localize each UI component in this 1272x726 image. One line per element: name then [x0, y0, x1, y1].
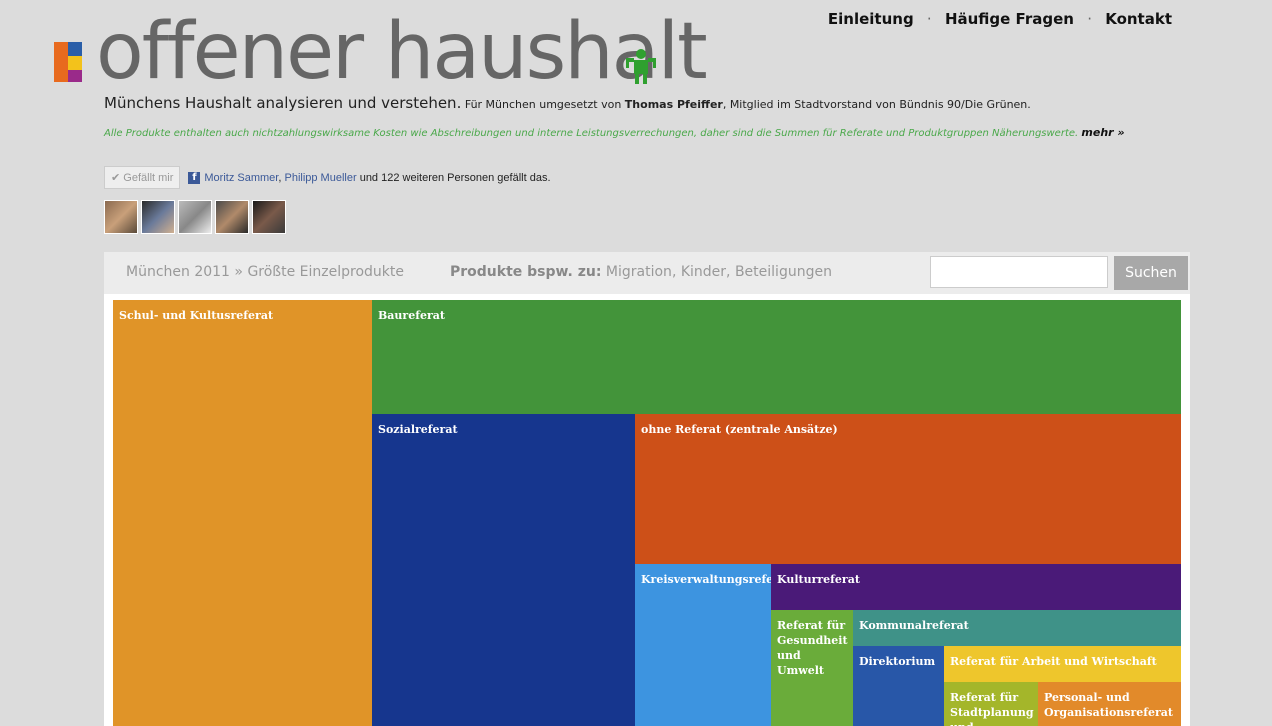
facebook-like-button[interactable]: ✔ Gefällt mir: [104, 166, 181, 189]
nav-faq-link[interactable]: Häufige Fragen: [945, 10, 1074, 28]
mascot-icon: [626, 49, 656, 84]
treemap-tile-sozialreferat[interactable]: Sozialreferat: [372, 414, 635, 726]
search-input[interactable]: [930, 256, 1108, 288]
nav-separator: ·: [1087, 10, 1092, 28]
treemap-tile-direktorium[interactable]: Direktorium: [853, 646, 944, 726]
toolbar: München 2011 » Größte Einzelprodukte Pro…: [104, 252, 1190, 294]
treemap-tile-schul-und-kultusreferat[interactable]: Schul- und Kultusreferat: [113, 300, 372, 726]
nav-kontakt-link[interactable]: Kontakt: [1105, 10, 1172, 28]
treemap-tile-referat-gesundheit-umwelt[interactable]: Referat für Gesundheit und Umwelt: [771, 610, 853, 726]
avatar[interactable]: [178, 200, 212, 234]
top-navigation: Einleitung · Häufige Fragen · Kontakt: [828, 10, 1172, 28]
example-separator: ,: [671, 264, 681, 280]
treemap-tile-kulturreferat[interactable]: Kulturreferat: [771, 564, 1181, 610]
example-separator: ,: [726, 264, 735, 280]
product-examples: Produkte bspw. zu: Migration, Kinder, Be…: [450, 264, 832, 280]
notice-text: Alle Produkte enthalten auch nichtzahlun…: [104, 128, 1082, 139]
treemap-tile-referat-stadtplanung[interactable]: Referat für Stadtplanung und: [944, 682, 1038, 726]
avatar[interactable]: [215, 200, 249, 234]
tagline: Münchens Haushalt analysieren und verste…: [104, 94, 1031, 112]
more-link[interactable]: mehr »: [1081, 126, 1124, 139]
facebook-icon: f: [188, 171, 201, 184]
tagline-author: Thomas Pfeiffer: [624, 98, 723, 111]
search-button[interactable]: Suchen: [1114, 256, 1188, 290]
friend-avatars: [104, 200, 289, 234]
logo-mark-icon: [54, 42, 98, 82]
example-link-migration[interactable]: Migration: [606, 264, 672, 280]
tagline-pre: Für München umgesetzt von: [461, 98, 625, 111]
cost-notice: Alle Produkte enthalten auch nichtzahlun…: [104, 120, 1144, 147]
treemap-tile-kreisverwaltungsreferat[interactable]: Kreisverwaltungsreferat: [635, 564, 771, 726]
avatar[interactable]: [141, 200, 175, 234]
example-link-beteiligungen[interactable]: Beteiligungen: [735, 264, 832, 280]
tagline-main: Münchens Haushalt analysieren und verste…: [104, 94, 462, 112]
treemap-tile-kommunalreferat[interactable]: Kommunalreferat: [853, 610, 1181, 646]
facebook-like-row: ✔ Gefällt mir f Moritz Sammer, Philipp M…: [104, 166, 551, 189]
treemap-tile-baureferat[interactable]: Baureferat: [372, 300, 1181, 414]
treemap-tile-personal-organisationsreferat[interactable]: Personal- und Organisationsreferat: [1038, 682, 1181, 726]
site-logo-text[interactable]: offener haushalt: [96, 8, 708, 96]
example-link-kinder[interactable]: Kinder: [681, 264, 726, 280]
like-count-text: und 122 weiteren Personen gefällt das.: [356, 171, 551, 184]
breadcrumb-separator: »: [229, 264, 248, 280]
avatar[interactable]: [252, 200, 286, 234]
friend-link-1[interactable]: Moritz Sammer: [204, 172, 278, 184]
treemap-tile-ohne-referat[interactable]: ohne Referat (zentrale Ansätze): [635, 414, 1181, 564]
nav-einleitung-link[interactable]: Einleitung: [828, 10, 914, 28]
treemap-tile-referat-arbeit-wirtschaft[interactable]: Referat für Arbeit und Wirtschaft: [944, 646, 1181, 682]
breadcrumb-current: Größte Einzelprodukte: [247, 264, 405, 280]
breadcrumb-city-year[interactable]: München 2011: [126, 264, 230, 280]
tagline-post: , Mitglied im Stadtvorstand von Bündnis …: [722, 98, 1031, 111]
nav-separator: ·: [926, 10, 932, 28]
friend-link-2[interactable]: Philipp Mueller: [284, 172, 356, 184]
avatar[interactable]: [104, 200, 138, 234]
treemap: Schul- und Kultusreferat Baureferat Sozi…: [104, 294, 1190, 726]
breadcrumb: München 2011 » Größte Einzelprodukte: [126, 264, 404, 280]
examples-label: Produkte bspw. zu:: [450, 264, 602, 280]
